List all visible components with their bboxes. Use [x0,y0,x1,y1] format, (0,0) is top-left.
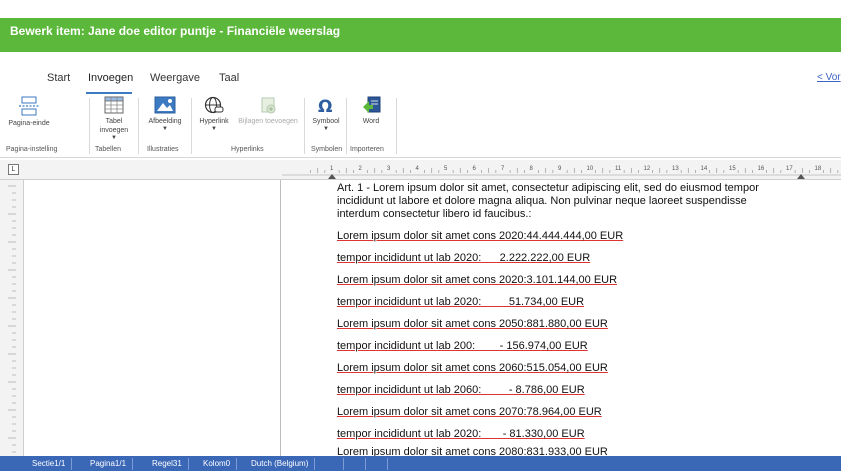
document-body[interactable]: Art. 1 - Lorem ipsum dolor sit amet, con… [337,180,837,458]
ruler-number: 10 [587,166,594,172]
back-link[interactable]: < Vor [817,72,841,83]
document-line[interactable]: tempor incididunt ut lab 2020: 2.222.222… [337,252,590,264]
ruler-number: 17 [786,166,793,172]
attachment-icon [261,97,276,114]
status-section: Sectie1/1 [26,458,73,470]
ruler-number: 4 [416,166,420,172]
insert-table-label: Tabel invoegen [99,118,129,134]
ruler-number: 1 [330,166,334,172]
group-separator [138,98,139,154]
status-empty-slot [344,458,366,470]
hyperlink-button[interactable]: Hyperlink ▼ [194,96,234,132]
document-line[interactable]: Lorem ipsum dolor sit amet cons 2070:78.… [337,406,602,418]
tab-start[interactable]: Start [47,72,70,84]
add-attachments-button[interactable]: Bijlagen toevoegen [236,96,300,126]
ribbon: Pagina-einde Pagina-instelling Tabel inv… [0,94,841,158]
document-line[interactable]: Lorem ipsum dolor sit amet cons 2020:3.1… [337,274,617,286]
ruler-number: 3 [387,166,391,172]
horizontal-ruler-bar: L 1 2 3 4 5 6 7 8 9 10 11 12 13 14 15 16 17 18 [0,160,841,180]
page-gutter [281,180,333,456]
status-bar: Sectie1/1 Pagina1/1 Regel31 Kolom0 Dutch… [0,456,841,471]
group-separator [396,98,397,154]
add-attachments-label: Bijlagen toevoegen [238,118,298,125]
document-line[interactable]: Lorem ipsum dolor sit amet cons 2060:515… [337,362,608,374]
hyperlink-label: Hyperlink [199,118,229,125]
tab-taal[interactable]: Taal [219,72,239,84]
image-button[interactable]: Afbeelding ▼ [142,96,188,132]
word-import-label: Word [362,118,380,125]
ruler-number: 2 [359,166,363,172]
svg-text:Ω: Ω [318,97,332,114]
ruler-number: 11 [615,166,622,172]
group-separator [89,98,90,154]
ruler-number: 16 [758,166,765,172]
status-column: Kolom0 [197,458,238,470]
group-label-tabellen: Tabellen [95,146,122,153]
chevron-down-icon: ▼ [211,126,217,132]
word-import-icon [363,96,381,113]
document-line[interactable]: Lorem ipsum dolor sit amet cons 2020:44.… [337,230,623,242]
ruler-number: 12 [644,166,651,172]
group-label-importeren: Importeren [350,146,384,153]
window-title: Bewerk item: Jane doe editor puntje - Fi… [10,24,341,38]
ruler-number: 5 [444,166,448,172]
image-icon [154,96,176,114]
tab-weergave[interactable]: Weergave [150,72,200,84]
page-left-margin [24,180,281,456]
hyperlink-icon [204,96,224,114]
ribbon-tabs: Start Invoegen Weergave Taal [0,66,841,90]
status-empty-slot [366,458,388,470]
page-break-icon [19,96,39,116]
insert-table-button[interactable]: Tabel invoegen ▼ [92,96,136,141]
image-label: Afbeelding [148,118,182,125]
ruler-number: 8 [530,166,534,172]
document-line[interactable]: tempor incididunt ut lab 200: - 156.974,… [337,340,588,352]
document-line[interactable]: tempor incididunt ut lab 2020: 51.734,00… [337,296,584,308]
group-separator [191,98,192,154]
ruler-number: 13 [672,166,679,172]
group-label-illustraties: Illustraties [147,146,179,153]
status-language[interactable]: Dutch (Belgium) [245,458,316,470]
document-line[interactable]: Lorem ipsum dolor sit amet cons 2050:881… [337,318,608,330]
document-line[interactable]: tempor incididunt ut lab 2020: - 81.330,… [337,428,585,440]
page-break-label: Pagina-einde [8,120,50,127]
ruler-number: 9 [558,166,562,172]
group-label-hyperlinks: Hyperlinks [231,146,264,153]
status-empty-slot [322,458,344,470]
symbol-label: Symbool [312,118,340,125]
ruler-number: 15 [729,166,736,172]
table-icon [104,96,124,114]
title-bar-top-edge [0,0,841,18]
chevron-down-icon: ▼ [323,126,329,132]
tab-invoegen[interactable]: Invoegen [88,72,133,84]
symbol-button[interactable]: Ω Symbool ▼ [309,96,343,132]
omega-icon: Ω [318,97,332,114]
document-line[interactable]: tempor incididunt ut lab 2060: - 8.786,0… [337,384,585,396]
status-page: Pagina1/1 [84,458,134,470]
group-label-pagina-instelling: Pagina-instelling [6,146,58,153]
chevron-down-icon: ▼ [162,126,168,132]
article-intro[interactable]: Art. 1 - Lorem ipsum dolor sit amet, con… [337,182,777,221]
word-import-button[interactable]: Word [353,96,389,126]
ruler-number: 6 [473,166,477,172]
status-line: Regel31 [146,458,189,470]
tab-stop-selector[interactable]: L [8,164,19,175]
page-break-button[interactable]: Pagina-einde [6,96,52,128]
ruler-number: 14 [701,166,708,172]
chevron-down-icon: ▼ [111,135,117,141]
group-separator [346,98,347,154]
vertical-ruler [0,180,24,456]
ruler-number: 7 [501,166,505,172]
title-bar: Bewerk item: Jane doe editor puntje - Fi… [0,0,841,52]
group-label-symbolen: Symbolen [311,146,343,153]
ruler-number: 18 [815,166,822,172]
horizontal-ruler[interactable]: 1 2 3 4 5 6 7 8 9 10 11 12 13 14 15 16 17 18 [282,160,841,180]
group-separator [304,98,305,154]
